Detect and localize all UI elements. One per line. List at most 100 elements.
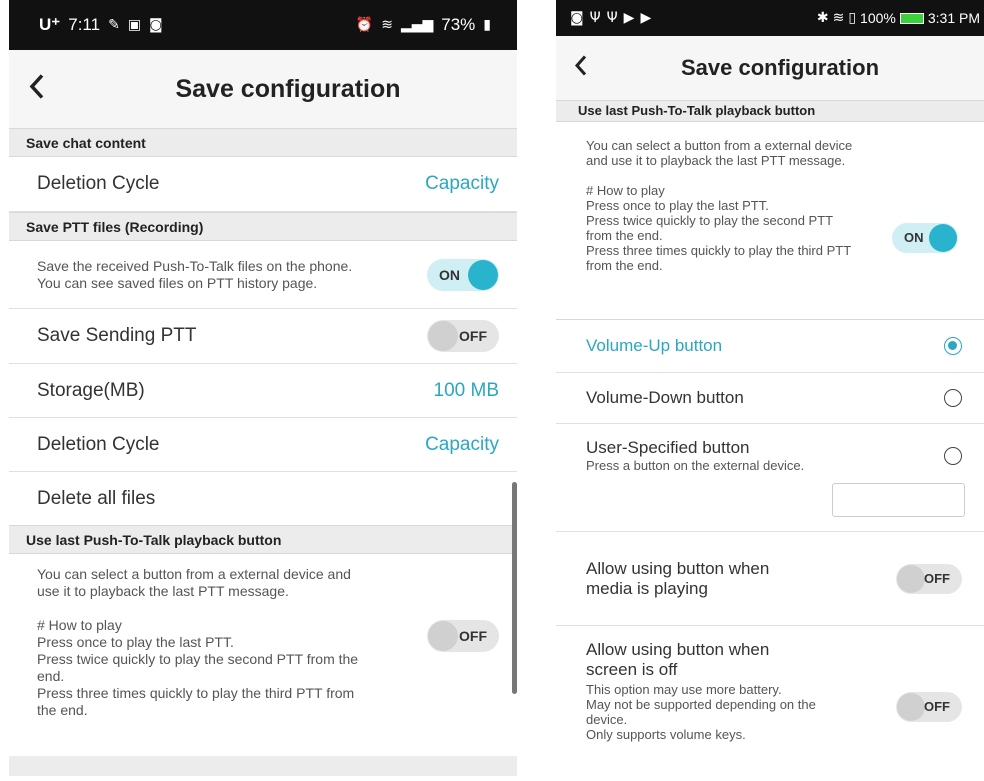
- notification-icon: ◙: [149, 17, 163, 33]
- screen-off-toggle[interactable]: OFF: [896, 692, 962, 722]
- status-time: 3:31 PM: [927, 10, 980, 26]
- playback-toggle[interactable]: ON: [892, 223, 958, 253]
- toggle-label: OFF: [924, 699, 950, 714]
- battery-percent: 100%: [860, 10, 896, 26]
- section-footer: [9, 756, 517, 776]
- save-received-toggle[interactable]: ON: [427, 258, 499, 291]
- save-sending-ptt-row: Save Sending PTT OFF: [9, 309, 517, 364]
- status-time: 7:11: [68, 15, 101, 34]
- toggle-knob: [428, 621, 458, 651]
- section-header-chat: Save chat content: [9, 128, 517, 157]
- playback-text: You can select a button from a external …: [586, 138, 856, 273]
- wifi-icon: ≋: [381, 17, 393, 33]
- section-header-ptt: Save PTT files (Recording): [9, 212, 517, 241]
- battery-icon: ▮: [483, 17, 491, 33]
- title-bar: Save configuration: [9, 50, 517, 128]
- howto-line: Press once to play the last PTT.: [37, 634, 234, 650]
- delete-all-files-row[interactable]: Delete all files: [9, 472, 517, 525]
- screen-off-text: Allow using button when screen is off Th…: [586, 640, 856, 742]
- toggle-label: OFF: [459, 628, 487, 644]
- row-label: Storage(MB): [37, 379, 145, 401]
- howto-line: Press twice quickly to play the second P…: [37, 651, 359, 684]
- ptt-deletion-cycle-row[interactable]: Deletion Cycle Capacity: [9, 418, 517, 472]
- row-label: Delete all files: [37, 487, 156, 509]
- scrollbar[interactable]: [512, 482, 517, 694]
- media-playing-label: Allow using button when media is playing: [586, 558, 770, 598]
- user-button-input[interactable]: [832, 483, 965, 517]
- play-icon: ▶: [640, 10, 652, 26]
- toggle-knob: [428, 321, 458, 351]
- toggle-label: OFF: [459, 328, 487, 344]
- chat-deletion-cycle-row[interactable]: Deletion Cycle Capacity: [9, 157, 517, 212]
- pencil-icon: ✎: [108, 17, 120, 33]
- image-icon: ▣: [127, 17, 142, 33]
- row-label: Deletion Cycle: [37, 173, 160, 194]
- status-bar: U⁺ 7:11 ✎ ▣ ◙ ⏰ ≋ ▂▄▆ 73% ▮: [9, 0, 517, 50]
- row-label: Deletion Cycle: [37, 433, 160, 455]
- option-label: User-Specified button: [586, 438, 750, 457]
- bluetooth-icon: ✱: [816, 10, 829, 26]
- howto-line: Press once to play the last PTT.: [586, 198, 769, 213]
- radio-user-specified[interactable]: [944, 446, 962, 465]
- battery-percent: 73%: [441, 15, 476, 34]
- screen-off-desc: This option may use more battery.: [586, 682, 782, 697]
- toggle-label: OFF: [924, 570, 950, 586]
- page-title: Save configuration: [175, 74, 401, 103]
- option-volume-up[interactable]: Volume-Up button: [556, 320, 984, 373]
- howto-title: # How to play: [37, 617, 122, 633]
- usb-icon: Ψ: [606, 10, 618, 26]
- alarm-icon: ⏰: [355, 17, 374, 33]
- toggle-label: ON: [439, 266, 460, 283]
- howto-line: Press twice quickly to play the second P…: [586, 213, 833, 243]
- howto-title: # How to play: [586, 183, 665, 198]
- page-title: Save configuration: [680, 55, 880, 80]
- battery-icon: [899, 12, 924, 24]
- howto-line: Press three times quickly to play the th…: [37, 685, 355, 718]
- storage-row[interactable]: Storage(MB) 100 MB: [9, 364, 517, 418]
- toggle-knob: [897, 564, 925, 593]
- save-sending-toggle[interactable]: OFF: [427, 320, 499, 352]
- button-input-wrap: [586, 483, 965, 517]
- playback-toggle[interactable]: OFF: [427, 620, 499, 652]
- media-playing-row: Allow using button when media is playing…: [556, 532, 984, 626]
- option-user-specified-text: User-Specified button Press a button on …: [586, 438, 804, 473]
- media-playing-toggle[interactable]: OFF: [896, 563, 962, 594]
- option-volume-down[interactable]: Volume-Down button: [556, 373, 984, 424]
- carrier-label: U⁺: [39, 15, 61, 34]
- screen-off-label: Allow using button when screen is off: [586, 640, 770, 679]
- section-header-playback: Use last Push-To-Talk playback button: [9, 525, 517, 554]
- playback-desc: You can select a button from a external …: [37, 566, 351, 599]
- usb-icon: Ψ: [589, 10, 601, 26]
- toggle-label: ON: [904, 230, 924, 245]
- sim-icon: ▯: [848, 10, 857, 26]
- signal-icon: ▂▄▆: [400, 17, 434, 33]
- status-bar: ◙ Ψ Ψ ▶ ▶ ✱ ≋ ▯ 100% 3:31 PM: [556, 0, 984, 36]
- option-user-specified[interactable]: User-Specified button Press a button on …: [556, 424, 984, 532]
- radio-volume-up[interactable]: [944, 337, 962, 355]
- save-received-desc: Save the received Push-To-Talk files on …: [37, 257, 353, 291]
- left-screen: U⁺ 7:11 ✎ ▣ ◙ ⏰ ≋ ▂▄▆ 73% ▮ Save configu…: [9, 0, 517, 781]
- section-header-playback: Use last Push-To-Talk playback button: [556, 100, 984, 122]
- back-arrow-icon[interactable]: [574, 55, 588, 82]
- playback-row: You can select a button from a external …: [9, 554, 517, 756]
- screen-off-desc: May not be supported depending on the de…: [586, 697, 816, 727]
- row-value[interactable]: Capacity: [425, 173, 499, 195]
- row-value[interactable]: 100 MB: [434, 380, 499, 402]
- option-label: Volume-Down button: [586, 388, 744, 407]
- title-bar: Save configuration: [556, 36, 984, 100]
- option-desc: Press a button on the external device.: [586, 458, 805, 473]
- playback-row: You can select a button from a external …: [556, 122, 984, 320]
- notification-icon: ◙: [570, 10, 584, 26]
- row-value[interactable]: Capacity: [425, 434, 499, 456]
- back-arrow-icon[interactable]: [29, 74, 45, 105]
- radio-volume-down[interactable]: [944, 389, 962, 407]
- option-user-specified-line: User-Specified button Press a button on …: [586, 438, 962, 473]
- toggle-knob: [897, 693, 925, 721]
- toggle-knob: [468, 259, 498, 290]
- howto-line: Press three times quickly to play the th…: [586, 243, 851, 273]
- wifi-icon: ≋: [832, 10, 845, 26]
- toggle-knob: [929, 224, 957, 252]
- save-received-ptt-row: Save the received Push-To-Talk files on …: [9, 241, 517, 309]
- screen-off-desc: Only supports volume keys.: [586, 727, 746, 742]
- playback-text: You can select a button from a external …: [37, 566, 377, 719]
